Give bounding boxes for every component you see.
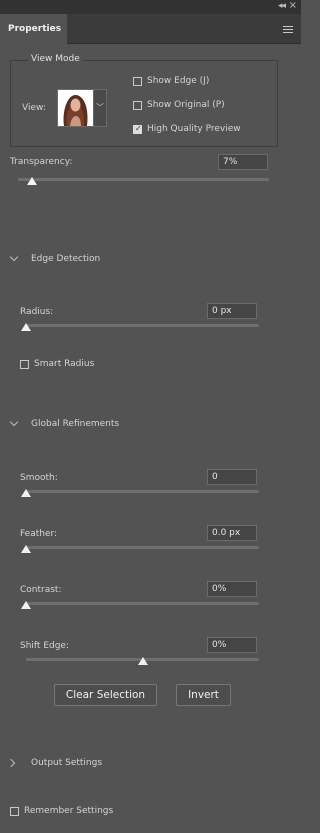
panel-menu-icon[interactable] bbox=[283, 26, 293, 34]
radius-slider-thumb[interactable] bbox=[21, 323, 31, 331]
smooth-slider[interactable] bbox=[26, 490, 259, 493]
show-edge-label: Show Edge (J) bbox=[147, 76, 210, 86]
shift-edge-label: Shift Edge: bbox=[20, 641, 69, 651]
radius-label: Radius: bbox=[20, 307, 54, 317]
transparency-label: Transparency: bbox=[10, 157, 73, 167]
portrait-thumbnail-icon bbox=[58, 90, 93, 126]
contrast-slider-thumb[interactable] bbox=[21, 601, 31, 609]
feather-label: Feather: bbox=[20, 529, 58, 539]
shift-edge-slider-thumb[interactable] bbox=[138, 657, 148, 665]
view-mode-title: View Mode bbox=[28, 54, 83, 64]
show-original-label: Show Original (P) bbox=[147, 100, 225, 110]
transparency-field[interactable]: 7% bbox=[218, 154, 268, 170]
smart-radius-label: Smart Radius bbox=[34, 359, 95, 369]
smooth-field[interactable]: 0 bbox=[207, 469, 257, 485]
feather-slider[interactable] bbox=[26, 546, 259, 549]
contrast-label: Contrast: bbox=[20, 585, 62, 595]
smooth-slider-thumb[interactable] bbox=[21, 489, 31, 497]
high-quality-preview-label: High Quality Preview bbox=[147, 124, 241, 134]
check-icon: ✓ bbox=[135, 124, 142, 133]
contrast-slider[interactable] bbox=[26, 602, 259, 605]
remember-settings-label: Remember Settings bbox=[24, 806, 114, 816]
collapse-panel-icon[interactable]: ◂◂ bbox=[278, 1, 286, 11]
show-original-checkbox[interactable] bbox=[133, 101, 142, 110]
chevron-right-icon[interactable] bbox=[6, 758, 16, 768]
feather-field[interactable]: 0.0 px bbox=[207, 525, 257, 541]
feather-slider-thumb[interactable] bbox=[21, 545, 31, 553]
transparency-slider[interactable] bbox=[18, 178, 269, 181]
close-icon[interactable]: × bbox=[289, 0, 297, 11]
radius-slider[interactable] bbox=[26, 324, 259, 327]
shift-edge-field[interactable]: 0% bbox=[207, 637, 257, 653]
view-label: View: bbox=[22, 103, 46, 113]
remember-settings-checkbox[interactable] bbox=[10, 807, 19, 816]
smooth-label: Smooth: bbox=[20, 473, 58, 483]
contrast-field[interactable]: 0% bbox=[207, 581, 257, 597]
high-quality-preview-checkbox[interactable]: ✓ bbox=[133, 124, 142, 134]
invert-button[interactable]: Invert bbox=[176, 684, 231, 706]
output-settings-title[interactable]: Output Settings bbox=[31, 758, 102, 768]
view-mode-thumbnail[interactable] bbox=[57, 89, 94, 127]
panel-title-bar: ◂◂ × bbox=[0, 0, 301, 14]
radius-field[interactable]: 0 px bbox=[207, 303, 257, 319]
transparency-slider-thumb[interactable] bbox=[27, 177, 37, 185]
clear-selection-button[interactable]: Clear Selection bbox=[54, 684, 157, 706]
view-mode-dropdown-chevron-down-icon[interactable]: ﹀ bbox=[94, 89, 107, 127]
tab-properties[interactable]: Properties bbox=[0, 14, 67, 44]
show-edge-checkbox[interactable] bbox=[133, 77, 142, 86]
chevron-down-icon[interactable] bbox=[9, 252, 19, 262]
edge-detection-title[interactable]: Edge Detection bbox=[31, 254, 100, 264]
chevron-down-icon[interactable] bbox=[9, 417, 19, 427]
global-refinements-title[interactable]: Global Refinements bbox=[31, 419, 119, 429]
smart-radius-checkbox[interactable] bbox=[20, 360, 29, 369]
